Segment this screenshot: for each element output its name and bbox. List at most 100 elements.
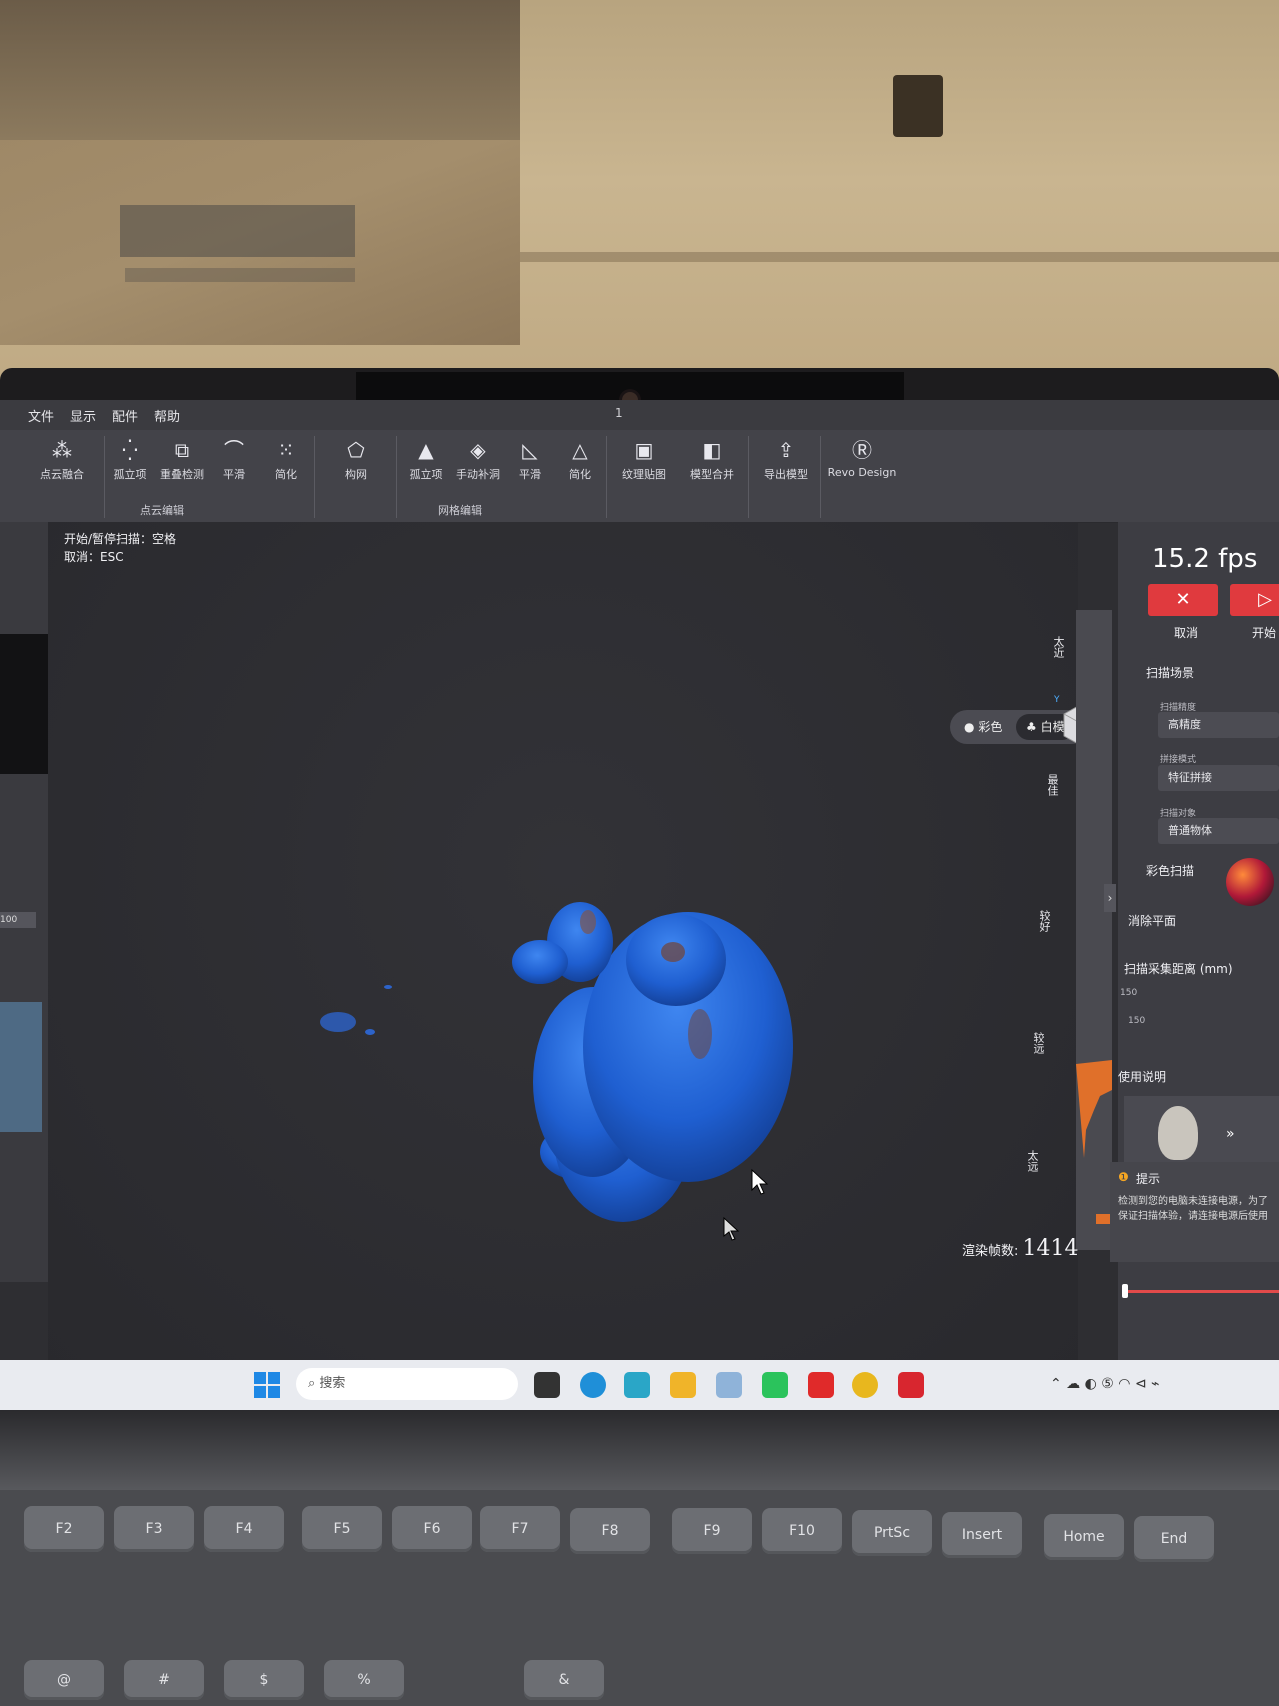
separator [606, 436, 607, 518]
play-icon: ▷ [1258, 589, 1272, 610]
cancel-button[interactable]: ✕ [1148, 584, 1218, 616]
mesh-isolate-button[interactable]: ▲ 孤立项 [396, 438, 456, 482]
scan-object-select[interactable]: 普通物体 [1158, 818, 1279, 844]
simplify-icon: △ [572, 438, 588, 462]
cardboard-box [0, 0, 520, 345]
manual-fill-label: 手动补洞 [456, 468, 500, 481]
collapse-right-icon[interactable]: › [1104, 884, 1116, 912]
stray-points [320, 985, 392, 1035]
pointcloud-isolate-button[interactable]: ⁛ 孤立项 [100, 438, 160, 482]
instructions-heading: 使用说明 [1118, 1070, 1167, 1084]
isolate-icon: ⁛ [122, 438, 138, 462]
menu-config[interactable]: 配件 [112, 406, 138, 425]
system-tray-icons[interactable]: ⌃ ☁ ◐ ⑤ ◠ ⊲ ⌁ [1050, 1376, 1160, 1392]
distance-max: 150 [1120, 988, 1138, 998]
key-f4[interactable]: F4 [204, 1506, 284, 1552]
windows-start-icon[interactable] [254, 1372, 280, 1398]
shelf-edge [520, 252, 1279, 262]
key-insert[interactable]: Insert [942, 1512, 1022, 1558]
pointcloud-merge-button[interactable]: ⁂ 点云融合 [32, 438, 92, 482]
chrome-icon[interactable] [852, 1372, 878, 1398]
key-f2[interactable]: F2 [24, 1506, 104, 1552]
contact-app-icon[interactable] [716, 1372, 742, 1398]
white-mode-icon: ♣ [1026, 720, 1037, 734]
key-home[interactable]: Home [1044, 1514, 1124, 1560]
simplify-icon: ⁙ [277, 438, 295, 462]
export-model-button[interactable]: ⇪ 导出模型 [756, 438, 816, 482]
mesh-smooth-label: 平滑 [519, 468, 541, 481]
close-icon: ✕ [1175, 589, 1191, 610]
instructions-card[interactable]: » [1124, 1096, 1279, 1166]
key-percent[interactable]: % [324, 1660, 404, 1700]
edge-browser-icon[interactable] [580, 1372, 606, 1398]
remove-plane-label[interactable]: 消除平面 [1128, 912, 1176, 929]
key-f5[interactable]: F5 [302, 1506, 382, 1552]
overlap-detect-button[interactable]: ⧉ 重叠检测 [152, 438, 212, 482]
key-f10[interactable]: F10 [762, 1508, 842, 1554]
wps-office-icon[interactable] [808, 1372, 834, 1398]
key-end[interactable]: End [1134, 1516, 1214, 1562]
key-prtsc[interactable]: PrtSc [852, 1510, 932, 1556]
menu-view[interactable]: 显示 [70, 406, 96, 425]
mouse-cursor-icon [723, 1168, 769, 1241]
laptop-hinge [0, 1410, 1279, 1490]
file-explorer-icon[interactable] [670, 1372, 696, 1398]
stitch-mode-select[interactable]: 特征拼接 [1158, 765, 1279, 791]
slider-handle[interactable] [1122, 1284, 1128, 1298]
laptop-screen: 文件 显示 配件 帮助 1 ⁂ 点云融合 ⁛ 孤立项 ⧉ 重叠检测 ⌒ 平滑 ⁙… [0, 400, 1279, 1410]
color-scan-toggle[interactable] [1226, 858, 1274, 906]
revo-logo-icon: Ⓡ [852, 438, 872, 462]
scanned-object [512, 902, 793, 1222]
texture-map-button[interactable]: ▣ 纹理贴图 [614, 438, 674, 482]
separator [820, 436, 821, 518]
distance-slider[interactable] [1122, 1284, 1279, 1298]
mesh-simplify-button[interactable]: △ 简化 [550, 438, 610, 482]
key-f6[interactable]: F6 [392, 1506, 472, 1552]
task-view-icon[interactable] [534, 1372, 560, 1398]
menu-file[interactable]: 文件 [28, 406, 54, 425]
depth-too-close: 太近 [1052, 636, 1065, 658]
overlap-icon: ⧉ [174, 438, 190, 462]
render-fps-label: 渲染帧数: [962, 1244, 1019, 1259]
mesh-build-button[interactable]: ⬠ 构网 [326, 438, 386, 482]
render-fps-value: 1414 [1022, 1236, 1079, 1261]
menu-help[interactable]: 帮助 [154, 406, 180, 425]
wechat-icon[interactable] [762, 1372, 788, 1398]
app-v-icon[interactable] [624, 1372, 650, 1398]
pointcloud-group-label: 点云编辑 [140, 504, 184, 517]
start-button[interactable]: ▷ [1230, 584, 1279, 616]
cancel-label: 取消 [1174, 626, 1199, 640]
manual-fill-button[interactable]: ◈ 手动补洞 [448, 438, 508, 482]
key-f8[interactable]: F8 [570, 1508, 650, 1554]
scan-viewport[interactable]: 开始/暂停扫描：空格 取消：ESC ● 彩色 ♣ 白模 Y [48, 522, 1108, 1382]
color-mode-icon: ● [964, 720, 975, 734]
scanner-app-icon[interactable] [898, 1372, 924, 1398]
pointcloud-merge-label: 点云融合 [40, 468, 84, 481]
isolate-icon: ▲ [418, 438, 434, 462]
svg-text:Y: Y [1053, 695, 1060, 705]
key-dollar[interactable]: $ [224, 1660, 304, 1700]
pointcloud-smooth-button[interactable]: ⌒ 平滑 [204, 438, 264, 482]
export-model-label: 导出模型 [764, 468, 808, 481]
left-thumbnail[interactable] [0, 1002, 42, 1132]
key-f3[interactable]: F3 [114, 1506, 194, 1552]
scan-model-svg [320, 902, 793, 1241]
pointcloud-simplify-button[interactable]: ⁙ 简化 [256, 438, 316, 482]
key-f7[interactable]: F7 [480, 1506, 560, 1552]
depth-best: 最佳 [1046, 774, 1059, 796]
scan-fps: 15.2 fps [1152, 544, 1258, 574]
revo-design-button[interactable]: Ⓡ Revo Design [822, 438, 902, 479]
model-merge-button[interactable]: ◧ 模型合并 [682, 438, 742, 482]
depth-too-far: 太远 [1026, 1150, 1039, 1172]
tip-text: 检测到您的电脑未连接电源，为了保证扫描体验，请连接电源后使用 [1118, 1196, 1268, 1222]
key-ampersand[interactable]: & [524, 1660, 604, 1700]
precision-select[interactable]: 高精度 [1158, 712, 1279, 738]
separator [748, 436, 749, 518]
left-number-field[interactable]: 100 [0, 912, 36, 928]
key-f9[interactable]: F9 [672, 1508, 752, 1554]
key-hash[interactable]: # [124, 1660, 204, 1700]
key-at[interactable]: @ [24, 1660, 104, 1700]
mode-color-option[interactable]: ● 彩色 [954, 714, 1012, 740]
taskbar-search[interactable]: ⌕ 搜索 [296, 1368, 518, 1400]
laptop-keyboard: F2 F3 F4 F5 F6 F7 F8 F9 F10 PrtSc Insert… [0, 1490, 1279, 1706]
